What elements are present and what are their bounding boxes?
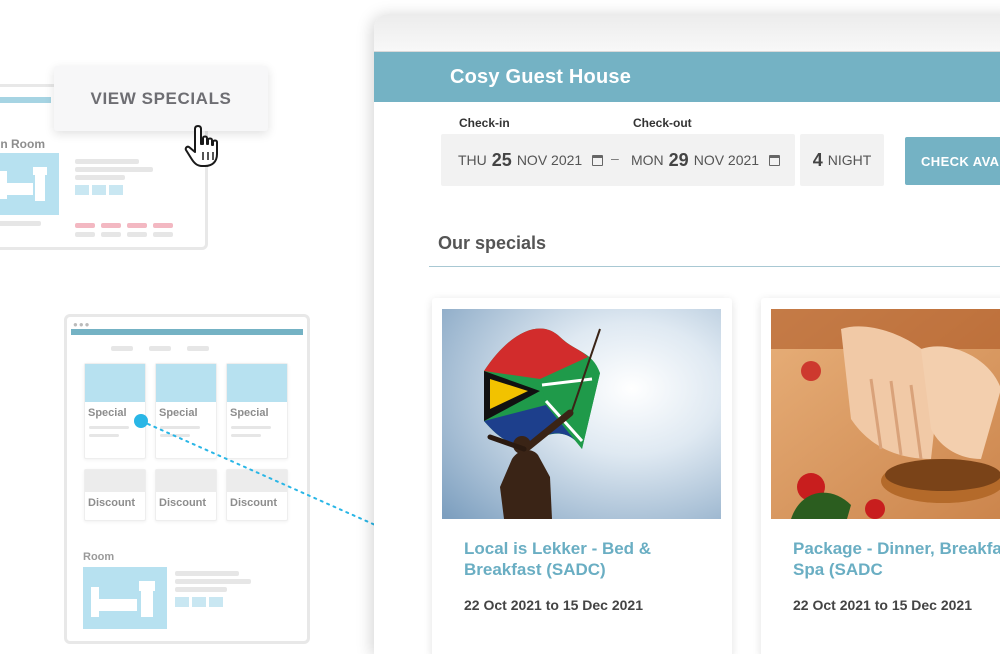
special-label: Special (88, 407, 127, 419)
special-label: Special (230, 407, 269, 419)
mockup-header-bar (71, 329, 303, 335)
special-label: Special (159, 407, 198, 419)
image-icon (75, 185, 123, 195)
window-chrome (374, 14, 1000, 52)
special-dates: 22 Oct 2021 to 15 Dec 2021 (793, 597, 973, 613)
checkin-weekday: THU (458, 152, 487, 168)
special-title[interactable]: Package - Dinner, Breakfast & Spa (SADC (793, 538, 1000, 580)
discount-label: Discount (88, 497, 136, 509)
calendar-icon (769, 154, 781, 166)
specials-heading: Our specials (438, 233, 547, 253)
hand-pointer-icon (180, 122, 228, 170)
checkout-day: 29 (668, 149, 689, 170)
checkout-date[interactable]: MON 29 NOV 2021 (631, 134, 781, 186)
checkin-label: Check-in (459, 116, 510, 130)
nights-selector[interactable]: 4 NIGHT (800, 134, 884, 186)
room-mockup-label: in Room (0, 137, 45, 151)
image-icon (175, 597, 223, 607)
special-card-mockup: Special (155, 363, 217, 459)
divider (429, 266, 1000, 267)
bed-icon (0, 153, 59, 215)
checkout-label: Check-out (633, 116, 692, 130)
booking-window: Cosy Guest House Check-in Check-out THU … (374, 14, 1000, 654)
special-card[interactable]: Package - Dinner, Breakfast & Spa (SADC … (761, 298, 1000, 654)
room-label: Room (83, 551, 115, 563)
window-dots-icon: ●●● (73, 320, 91, 329)
discount-card-mockup: Discount (155, 469, 217, 521)
discount-label: Discount (230, 497, 278, 509)
checkout-weekday: MON (631, 152, 664, 168)
special-title[interactable]: Local is Lekker - Bed & Breakfast (SADC) (464, 538, 714, 580)
site-header: Cosy Guest House (374, 52, 1000, 102)
discount-card-mockup: Discount (226, 469, 288, 521)
special-card-mockup: Special (84, 363, 146, 459)
site-title: Cosy Guest House (450, 66, 632, 88)
nights-label: NIGHT (827, 152, 872, 168)
discount-card-mockup: Discount (84, 469, 146, 521)
date-separator: – (611, 150, 619, 166)
mockup-header-bar (0, 97, 51, 103)
special-dates: 22 Oct 2021 to 15 Dec 2021 (464, 597, 644, 613)
special-photo-spa (771, 309, 1000, 519)
specials-mockup: ●●● Special Special Special Discount Dis… (64, 314, 310, 644)
date-range-picker[interactable]: THU 25 NOV 2021 – MON 29 NOV 2021 (441, 134, 795, 186)
checkin-day: 25 (491, 149, 512, 170)
check-availability-button[interactable]: CHECK AVA (905, 137, 1000, 185)
special-card[interactable]: Local is Lekker - Bed & Breakfast (SADC)… (432, 298, 732, 654)
checkin-date[interactable]: THU 25 NOV 2021 (458, 134, 604, 186)
special-card-mockup: Special (226, 363, 288, 459)
nights-count: 4 (812, 149, 823, 170)
view-specials-button[interactable]: VIEW SPECIALS (54, 66, 268, 131)
special-photo-flag (442, 309, 721, 519)
discount-label: Discount (159, 497, 207, 509)
checkout-month-year: NOV 2021 (693, 152, 760, 168)
bed-icon (83, 567, 167, 629)
checkin-month-year: NOV 2021 (516, 152, 583, 168)
calendar-icon (592, 154, 604, 166)
